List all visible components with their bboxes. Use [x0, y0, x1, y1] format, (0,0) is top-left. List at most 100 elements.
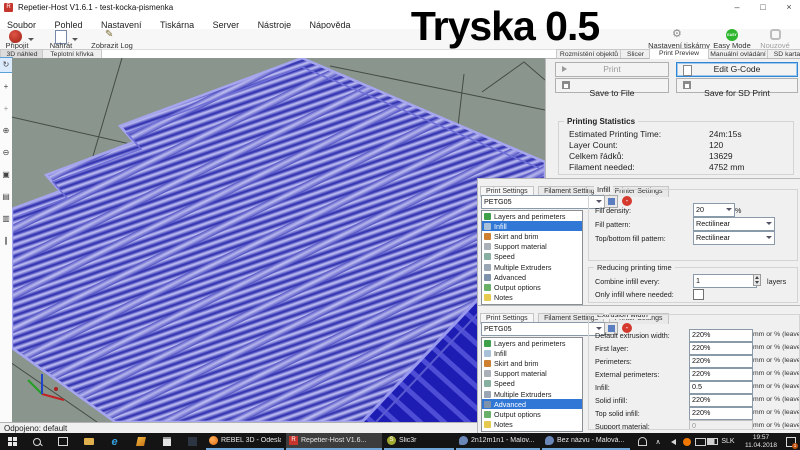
output-icon — [484, 411, 491, 418]
save-to-file-button[interactable]: Save to File — [555, 78, 669, 93]
move-viewpoint-icon[interactable]: + — [0, 102, 12, 116]
store-button[interactable] — [158, 433, 175, 450]
combine-infill-spinner[interactable] — [753, 274, 761, 286]
row-label: Top solid infill: — [595, 409, 640, 418]
row-suffix: mm or % (leave 0 for — [753, 370, 800, 377]
category-layers: Layers and perimeters — [482, 211, 582, 221]
combine-infill-input[interactable]: 1 — [693, 274, 757, 288]
volume-button[interactable] — [666, 433, 680, 450]
settings-category-list[interactable]: Layers and perimeters Infill Skirt and b… — [481, 210, 583, 305]
top-solid-infill-input[interactable]: 220% — [689, 407, 753, 420]
top-bottom-pattern-label: Top/bottom fill pattern: — [595, 234, 666, 243]
perimeters-input[interactable]: 220% — [689, 355, 753, 368]
search-button[interactable] — [28, 433, 45, 450]
parallel-projection-icon[interactable]: ∥ — [0, 234, 12, 248]
antivirus-button[interactable] — [680, 433, 693, 450]
taskbar-slic3r[interactable]: S Slic3r — [384, 433, 454, 450]
clock[interactable]: 19:57 11.04.2018 — [740, 434, 782, 449]
notification-center-button[interactable]: 1 — [784, 433, 798, 450]
profile-combo[interactable]: PETG05 — [481, 322, 605, 336]
gcode-file-icon — [683, 65, 692, 76]
easy-mode-icon[interactable]: EASY — [726, 29, 738, 41]
top-bottom-pattern-combo[interactable]: Rectilinear — [693, 231, 775, 245]
front-view-icon[interactable]: ▤ — [0, 190, 12, 204]
category-skirt: Skirt and brim — [482, 231, 582, 241]
stat-value: 120 — [709, 140, 723, 150]
taskbar-paint-1[interactable]: 2n12m1n1 - Malov... — [456, 433, 540, 450]
dark-app-button[interactable] — [184, 433, 201, 450]
notification-badge: 1 — [792, 443, 798, 449]
first-layer-input[interactable]: 220% — [689, 342, 753, 355]
people-button[interactable] — [634, 433, 650, 450]
close-button[interactable]: × — [778, 0, 800, 14]
edit-gcode-button[interactable]: Edit G-Code — [676, 62, 798, 77]
taskbar-repetier-host[interactable]: R Repetier-Host V1.6... — [286, 433, 382, 450]
slic3r-icon: S — [387, 436, 396, 445]
language-indicator[interactable]: SLK — [718, 433, 738, 450]
stat-label: Layer Count: — [569, 140, 618, 150]
fill-pattern-label: Fill pattern: — [595, 220, 631, 229]
save-for-sd-button[interactable]: Save for SD Print — [676, 78, 798, 93]
maximize-button[interactable]: □ — [752, 0, 774, 14]
taskbar-paint-2[interactable]: Bez názvu - Malová... — [542, 433, 630, 450]
tab-print-preview[interactable]: Print Preview — [649, 48, 709, 59]
combine-infill-unit: layers — [767, 277, 786, 286]
extruders-icon — [484, 264, 491, 271]
stat-value: 13629 — [709, 151, 733, 161]
external-perimeters-input[interactable]: 220% — [689, 368, 753, 381]
category-speed: Speed — [482, 252, 582, 262]
store-bag-icon — [163, 437, 171, 446]
gear-icon[interactable]: ⚙ — [672, 27, 682, 40]
row-label: Support material: — [595, 422, 650, 430]
3d-viewport[interactable] — [12, 58, 545, 422]
support-material-input: 0 — [689, 420, 753, 430]
settings-category-list[interactable]: Layers and perimeters Infill Skirt and b… — [481, 337, 583, 432]
speed-icon — [484, 253, 491, 260]
category-notes: Notes — [482, 420, 582, 430]
default-extrusion-width-input[interactable]: 220% — [689, 329, 753, 342]
status-bar: Odpojeno: default — [0, 422, 477, 433]
rotate-view-icon[interactable]: ↻ — [0, 58, 12, 72]
fill-pattern-combo[interactable]: Rectilinear — [693, 217, 775, 231]
minimize-button[interactable]: – — [726, 0, 748, 14]
tray-chevron-icon[interactable]: ∧ — [652, 433, 664, 450]
folder-icon — [84, 438, 94, 445]
infill-width-input[interactable]: 0.5 — [689, 381, 753, 394]
isometric-view-icon[interactable]: ▣ — [0, 168, 12, 182]
dark-app-icon — [188, 437, 197, 446]
row-suffix: mm or % (leave 0 for — [753, 383, 800, 390]
annotation-text: Tryska 0.5 — [400, 0, 610, 55]
fill-density-combo[interactable]: 20 — [693, 203, 735, 217]
avast-icon — [683, 438, 691, 446]
row-label: First layer: — [595, 344, 629, 353]
display-button[interactable] — [693, 433, 707, 450]
row-label: Solid infill: — [595, 396, 627, 405]
profile-combo[interactable]: PETG05 — [481, 195, 605, 209]
taskbar-firefox[interactable]: REBEL 3D - Odeslat... — [206, 433, 284, 450]
app-shortcut-button[interactable] — [132, 433, 149, 450]
task-view-button[interactable] — [54, 433, 71, 450]
category-support: Support material — [482, 242, 582, 252]
only-infill-checkbox[interactable] — [693, 289, 704, 300]
start-button[interactable] — [4, 433, 21, 450]
category-layers: Layers and perimeters — [482, 338, 582, 348]
reducing-time-title: Reducing printing time — [594, 263, 675, 272]
print-settings-panel-advanced: Print Settings Filament Settings Printer… — [477, 305, 800, 434]
category-infill: Infill — [482, 348, 582, 358]
stat-label: Estimated Printing Time: — [569, 129, 661, 139]
edge-button[interactable]: e — [106, 433, 123, 450]
advanced-icon — [484, 274, 491, 281]
solid-infill-input[interactable]: 220% — [689, 394, 753, 407]
infill-group: Infill Fill density: 20 % Fill pattern: … — [588, 189, 798, 261]
file-explorer-button[interactable] — [80, 433, 97, 450]
emergency-stop-icon — [770, 29, 781, 40]
extrusion-width-title: Extrusion width — [594, 314, 651, 319]
top-view-icon[interactable]: ▥ — [0, 212, 12, 226]
move-object-icon[interactable]: + — [0, 80, 12, 94]
show-log-icon[interactable]: ✎ — [105, 29, 113, 40]
zoom-out-icon[interactable]: ⊖ — [0, 146, 12, 160]
paint-icon — [459, 436, 468, 445]
battery-icon — [707, 438, 718, 445]
zoom-in-icon[interactable]: ⊕ — [0, 124, 12, 138]
category-support: Support material — [482, 369, 582, 379]
